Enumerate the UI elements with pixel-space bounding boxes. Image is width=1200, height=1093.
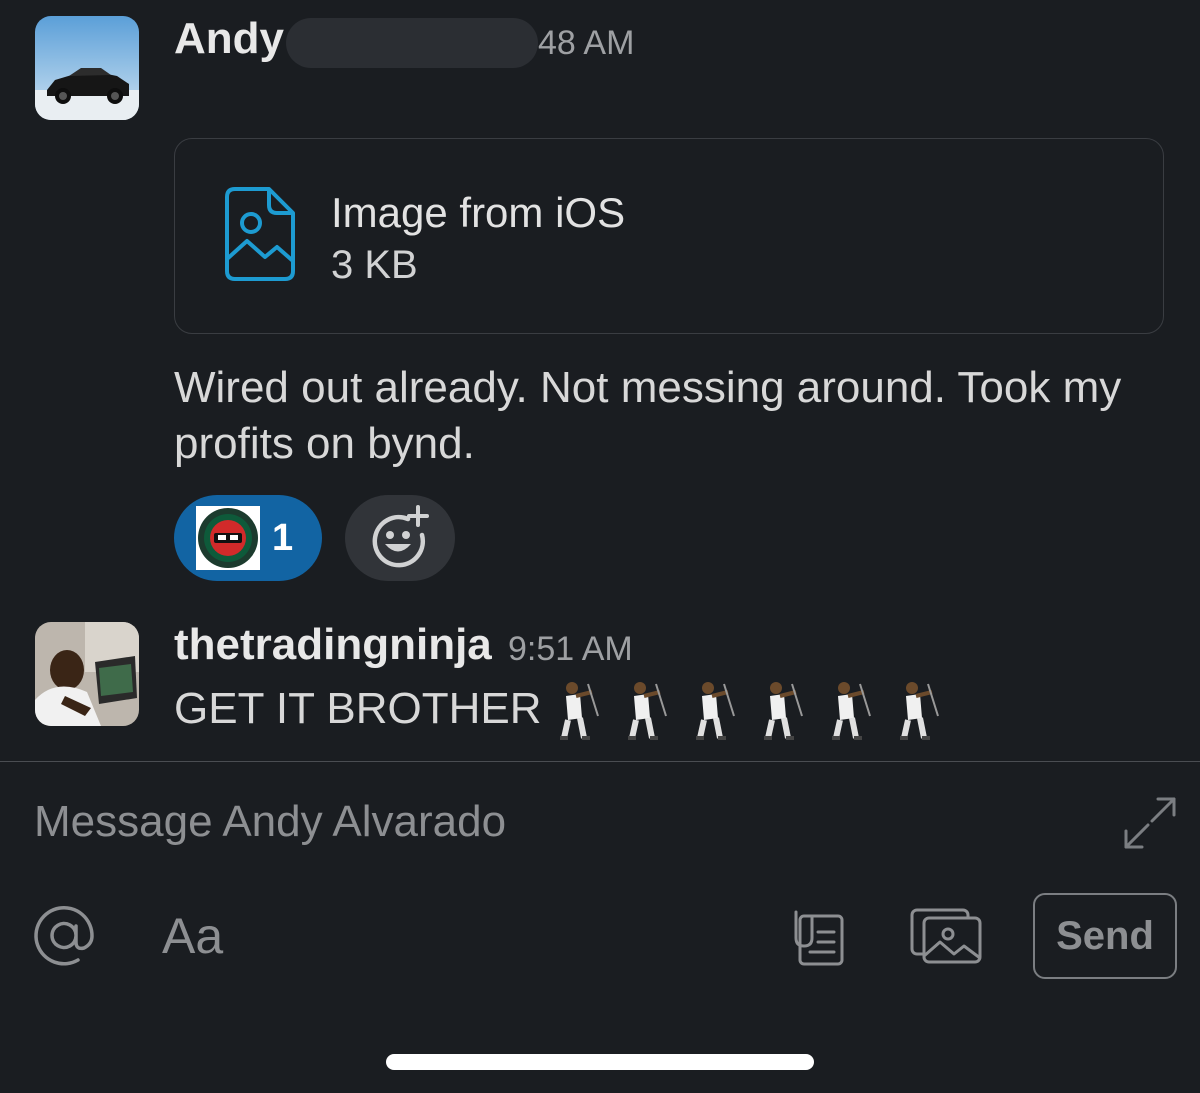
message-text: GET IT BROTHER <box>174 684 542 733</box>
ninja-custom-emoji-icon <box>196 506 260 570</box>
sender-name[interactable]: Andy <box>174 14 284 64</box>
file-name: Image from iOS <box>331 189 626 236</box>
avatar-andy[interactable] <box>35 16 139 120</box>
message-text: Wired out already. Not messing around. T… <box>174 363 1122 468</box>
golfer-icon <box>760 680 804 747</box>
attach-file-icon[interactable] <box>790 908 848 973</box>
message-input[interactable] <box>34 792 1094 852</box>
add-reaction-icon <box>372 505 429 568</box>
golfer-icon <box>896 680 940 747</box>
message-timestamp: 9:51 AM <box>508 630 633 668</box>
sender-name[interactable]: thetradingninja <box>174 620 492 670</box>
person-laptop-photo-icon <box>35 622 139 726</box>
golfer-icon <box>556 680 600 747</box>
golfer-icon <box>624 680 668 747</box>
file-attachment[interactable]: Image from iOS 3 KB <box>174 138 1164 334</box>
send-button[interactable]: Send <box>1033 893 1177 979</box>
home-indicator[interactable] <box>386 1054 814 1070</box>
file-size: 3 KB <box>331 243 418 287</box>
format-icon[interactable]: Aa <box>162 906 223 966</box>
reaction-count: 1 <box>272 517 294 559</box>
car-photo-icon <box>35 16 139 120</box>
photo-library-icon[interactable] <box>910 906 982 971</box>
expand-icon[interactable] <box>1120 793 1180 853</box>
golfer-icon <box>692 680 736 747</box>
avatar-thetradingninja[interactable] <box>35 622 139 726</box>
golfer-icon <box>828 680 872 747</box>
at-sign-icon[interactable] <box>32 904 96 973</box>
message-timestamp: 48 AM <box>538 24 635 62</box>
image-file-icon <box>221 185 297 288</box>
redacted-name <box>286 18 538 68</box>
add-reaction-button[interactable] <box>345 495 455 581</box>
composer-divider <box>0 761 1200 762</box>
reaction-pill[interactable]: 1 <box>174 495 322 581</box>
